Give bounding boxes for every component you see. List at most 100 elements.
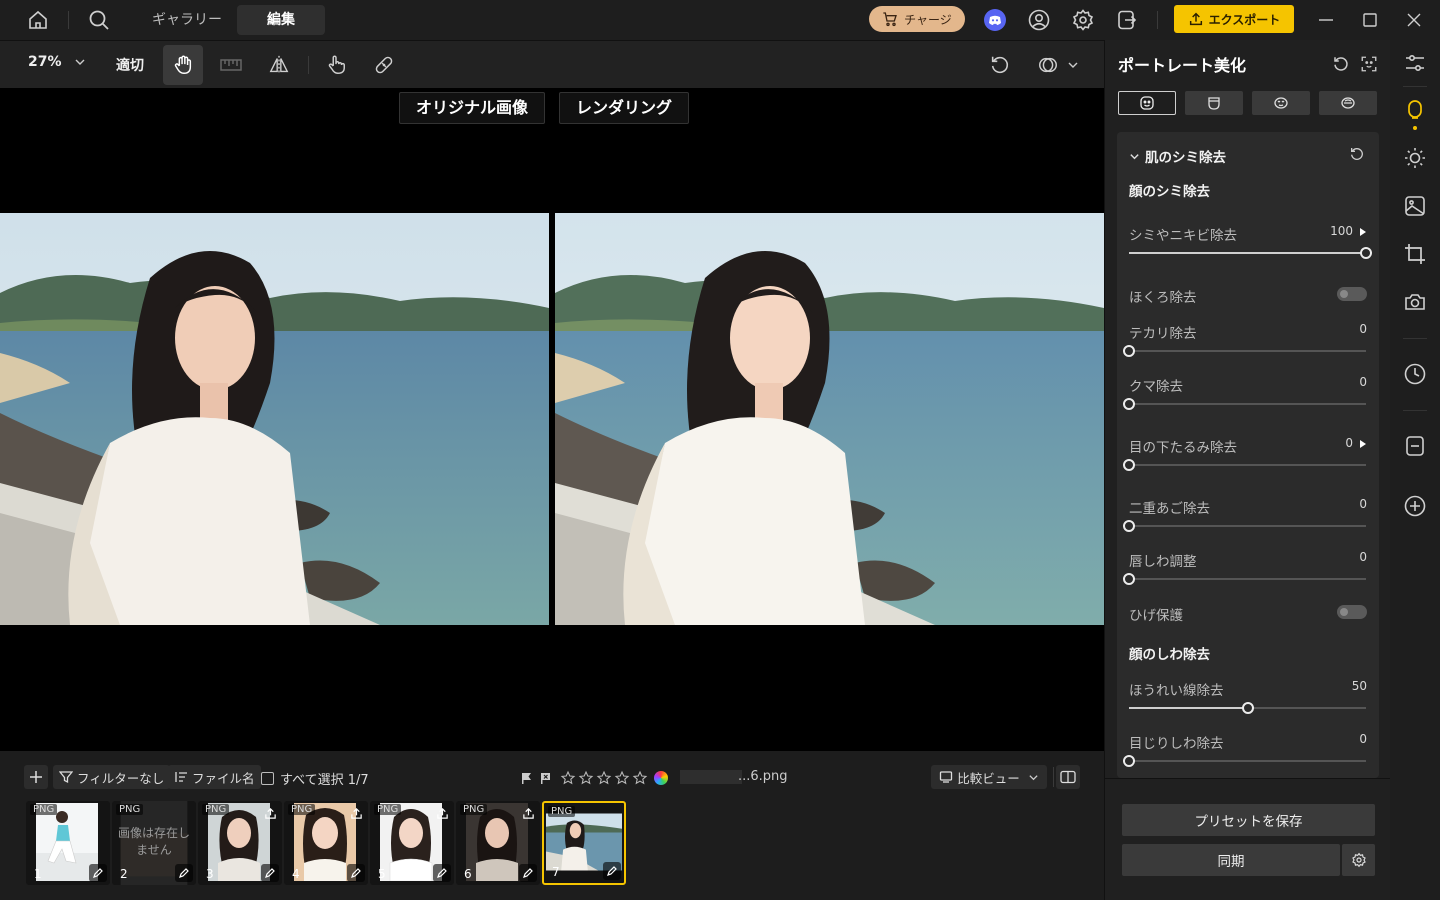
thumbnail-3[interactable]: PNG 3 — [198, 801, 282, 885]
save-preset-button[interactable]: プリセットを保存 — [1122, 804, 1375, 836]
tab-eyes[interactable] — [1252, 91, 1310, 115]
add-circle-icon[interactable] — [1403, 494, 1427, 518]
image-edit-icon[interactable] — [1403, 194, 1427, 218]
tab-gallery[interactable]: ギャラリー — [136, 5, 238, 35]
camera-icon[interactable] — [1403, 290, 1427, 314]
crop-icon[interactable] — [1403, 242, 1427, 266]
lip-wrinkle-slider[interactable] — [1123, 573, 1366, 585]
compare-mode-dropdown[interactable] — [1028, 45, 1088, 85]
share-icon[interactable] — [262, 805, 278, 821]
tab-skin[interactable] — [1118, 91, 1176, 115]
sort-dropdown[interactable]: ファイル名 — [168, 765, 261, 789]
brightness-icon[interactable] — [1403, 146, 1427, 170]
sync-settings-button[interactable] — [1342, 844, 1375, 876]
tab-face-shape[interactable] — [1185, 91, 1243, 115]
maximize-icon[interactable] — [1360, 10, 1380, 30]
search-icon[interactable] — [87, 8, 111, 32]
thumbnail-7[interactable]: PNG 7 — [542, 801, 626, 885]
edit-icon[interactable] — [519, 864, 537, 882]
bandage-tool-button[interactable] — [364, 45, 404, 85]
split-view-button[interactable] — [1056, 765, 1080, 789]
edit-icon[interactable] — [433, 864, 451, 882]
star-icon[interactable] — [614, 770, 630, 786]
slider-knob[interactable] — [1123, 520, 1135, 532]
double-chin-slider[interactable] — [1123, 520, 1366, 532]
minimize-icon[interactable] — [1316, 10, 1336, 30]
tab-edit[interactable]: 編集 — [237, 5, 325, 35]
divider — [1403, 86, 1427, 87]
eye-bag-slider[interactable] — [1123, 459, 1366, 471]
filter-dropdown[interactable]: フィルターなし — [53, 765, 171, 789]
slider-knob[interactable] — [1123, 573, 1135, 585]
face-detect-icon[interactable] — [1360, 55, 1378, 73]
fit-button[interactable]: 適切 — [116, 55, 144, 75]
slider-knob[interactable] — [1123, 398, 1135, 410]
dark-circle-slider[interactable] — [1123, 398, 1366, 410]
select-all-checkbox[interactable]: すべて選択 1/7 — [261, 769, 369, 788]
blemish-slider[interactable] — [1129, 247, 1372, 259]
discord-icon[interactable] — [983, 8, 1007, 32]
thumbnail-6[interactable]: PNG 6 — [456, 801, 540, 885]
beard-protect-toggle[interactable] — [1337, 605, 1367, 619]
edit-icon[interactable] — [347, 864, 365, 882]
nasolabial-slider[interactable] — [1129, 702, 1366, 714]
reject-flag-icon[interactable] — [539, 772, 552, 785]
edit-icon[interactable] — [603, 862, 621, 880]
touch-tool-button[interactable] — [316, 45, 356, 85]
section-reset-icon[interactable] — [1349, 146, 1365, 162]
notes-icon[interactable] — [1403, 434, 1427, 458]
star-icon[interactable] — [632, 770, 648, 786]
thumbnail-5[interactable]: PNG 5 — [370, 801, 454, 885]
sync-button[interactable]: 同期 — [1122, 844, 1340, 876]
zoom-dropdown[interactable]: 27% — [28, 54, 86, 70]
tab-makeup[interactable] — [1319, 91, 1377, 115]
star-rating[interactable] — [560, 770, 648, 786]
edit-icon[interactable] — [175, 864, 193, 882]
edit-icon[interactable] — [89, 864, 107, 882]
slider-knob[interactable] — [1241, 702, 1254, 714]
ruler-tool-button[interactable] — [211, 45, 251, 85]
shine-slider[interactable] — [1123, 345, 1366, 357]
panel-title: ポートレート美化 — [1118, 56, 1247, 75]
adjust-sliders-icon[interactable] — [1403, 51, 1427, 75]
hand-tool-button[interactable] — [163, 45, 203, 85]
add-image-button[interactable] — [24, 765, 48, 789]
share-icon[interactable] — [434, 805, 450, 821]
edit-icon[interactable] — [261, 864, 279, 882]
view-mode-dropdown[interactable]: 比較ビュー — [931, 765, 1047, 789]
reset-button[interactable] — [980, 45, 1020, 85]
portrait-icon[interactable] — [1403, 98, 1427, 122]
close-icon[interactable] — [1404, 10, 1424, 30]
home-icon[interactable] — [26, 8, 50, 32]
settings-icon[interactable] — [1071, 8, 1095, 32]
image-canvas[interactable]: オリジナル画像 レンダリング — [0, 88, 1104, 751]
slider-knob[interactable] — [1123, 459, 1135, 471]
thumbnail-1[interactable]: PNG 1 — [26, 801, 110, 885]
control-value: 0 — [1359, 375, 1367, 389]
mole-removal-toggle[interactable] — [1337, 287, 1367, 301]
slider-knob[interactable] — [1123, 345, 1135, 357]
section-toggle[interactable]: 肌のシミ除去 — [1129, 146, 1226, 166]
divider — [68, 11, 69, 29]
share-icon[interactable] — [348, 805, 364, 821]
star-icon[interactable] — [578, 770, 594, 786]
history-icon[interactable] — [1403, 362, 1427, 386]
thumbnail-4[interactable]: PNG 4 — [284, 801, 368, 885]
play-arrow-icon[interactable] — [1359, 439, 1367, 449]
share-icon[interactable] — [520, 805, 536, 821]
flip-tool-button[interactable] — [259, 45, 299, 85]
slider-knob[interactable] — [1123, 755, 1135, 767]
charge-button[interactable]: チャージ — [869, 6, 965, 32]
panel-reset-icon[interactable] — [1332, 55, 1350, 73]
thumbnail-2[interactable]: PNG 画像は存在しません 2 — [112, 801, 196, 885]
account-icon[interactable] — [1027, 8, 1051, 32]
sign-out-icon[interactable] — [1115, 8, 1139, 32]
play-arrow-icon[interactable] — [1359, 227, 1367, 237]
crows-feet-slider[interactable] — [1123, 755, 1366, 767]
color-label-icon[interactable] — [654, 771, 668, 785]
star-icon[interactable] — [560, 770, 576, 786]
slider-knob[interactable] — [1360, 247, 1372, 259]
star-icon[interactable] — [596, 770, 612, 786]
flag-icon[interactable] — [520, 772, 533, 785]
export-button[interactable]: エクスポート — [1174, 5, 1294, 33]
